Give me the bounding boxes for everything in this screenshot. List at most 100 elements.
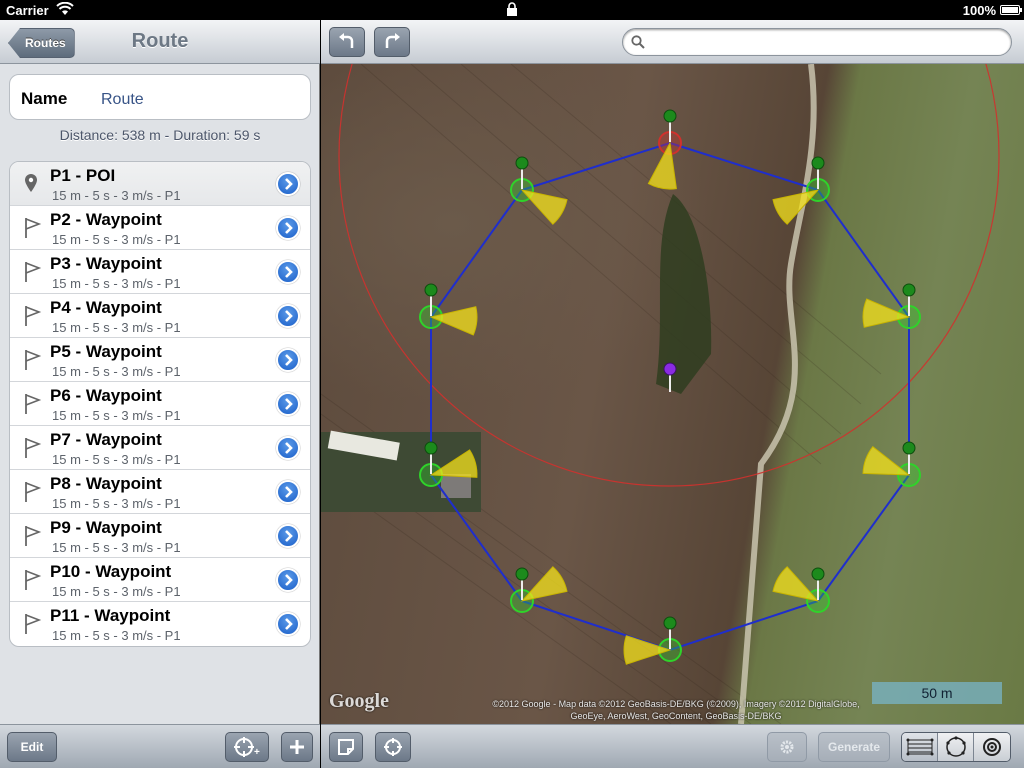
flag-icon [20,392,42,416]
circle-pattern-button[interactable] [938,733,974,761]
heading-cone [520,189,568,225]
disclosure-button[interactable] [276,524,300,548]
settings-button[interactable] [767,732,807,762]
undo-icon [339,33,354,48]
waypoint-pin-head [663,109,677,123]
flag-icon [20,524,42,548]
waypoint-subtitle: 15 m - 5 s - 3 m/s - P1 [52,452,181,467]
attribution-line-2: GeoEye, AeroWest, GeoContent, GeoBasis-D… [570,711,782,721]
waypoint-subtitle: 15 m - 5 s - 3 m/s - P1 [52,276,181,291]
add-poi-button[interactable]: + [225,732,269,762]
waypoint-pin-head [515,156,529,170]
list-item[interactable]: P10 - Waypoint 15 m - 5 s - 3 m/s - P1 [10,558,310,602]
name-field[interactable]: Name Route [9,74,311,120]
waypoint-title: P4 - Waypoint [50,298,162,317]
list-item[interactable]: P11 - Waypoint 15 m - 5 s - 3 m/s - P1 [10,602,310,646]
note-button[interactable] [329,732,363,762]
battery-percent: 100% [962,3,996,18]
map-view[interactable]: Google ©2012 Google - Map data ©2012 Geo… [321,64,1024,724]
chevron-right-icon [285,398,293,410]
edit-button[interactable]: Edit [7,732,57,762]
undo-button[interactable] [329,27,365,57]
dirt-road [738,64,817,724]
list-item[interactable]: P4 - Waypoint 15 m - 5 s - 3 m/s - P1 [10,294,310,338]
map-panel: Google ©2012 Google - Map data ©2012 Geo… [321,20,1024,768]
redo-button[interactable] [374,27,410,57]
carrier-label: Carrier [6,3,49,18]
disclosure-button[interactable] [276,612,300,636]
plus-icon [290,740,304,754]
disclosure-button[interactable] [276,172,300,196]
waypoint-pin-head [424,441,438,455]
disclosure-button[interactable] [276,304,300,328]
orbit-pattern-button[interactable] [974,733,1010,761]
waypoint-title: P9 - Waypoint [50,518,162,537]
list-item[interactable]: P7 - Waypoint 15 m - 5 s - 3 m/s - P1 [10,426,310,470]
grid-pattern-button[interactable] [902,733,938,761]
list-item[interactable]: P2 - Waypoint 15 m - 5 s - 3 m/s - P1 [10,206,310,250]
map-nav-bar [321,20,1024,64]
google-logo: Google [329,690,389,712]
waypoint-subtitle: 15 m - 5 s - 3 m/s - P1 [52,408,181,423]
list-item[interactable]: P5 - Waypoint 15 m - 5 s - 3 m/s - P1 [10,338,310,382]
waypoint-subtitle: 15 m - 5 s - 3 m/s - P1 [52,584,181,599]
generate-button[interactable]: Generate [818,732,890,762]
list-item[interactable]: P8 - Waypoint 15 m - 5 s - 3 m/s - P1 [10,470,310,514]
map-attribution: ©2012 Google - Map data ©2012 GeoBasis-D… [466,698,886,722]
pattern-mode-selector [901,732,1011,762]
chevron-right-icon [285,530,293,542]
waypoint-list: P1 - POI 15 m - 5 s - 3 m/s - P1 P2 - Wayp… [9,161,311,647]
add-waypoint-button[interactable] [281,732,313,762]
waypoint-pin-head [902,441,916,455]
waypoint-subtitle: 15 m - 5 s - 3 m/s - P1 [52,628,181,643]
search-bar[interactable] [622,28,1012,56]
waypoint-subtitle: 15 m - 5 s - 3 m/s - P1 [52,540,181,555]
waypoint-title: P10 - Waypoint [50,562,172,581]
waypoint-pin-head [811,156,825,170]
svg-text:+: + [254,747,260,758]
gear-icon [780,740,794,754]
crosshair-icon [384,738,402,756]
disclosure-button[interactable] [276,216,300,240]
list-item[interactable]: P3 - Waypoint 15 m - 5 s - 3 m/s - P1 [10,250,310,294]
locate-button[interactable] [375,732,411,762]
status-bar: Carrier 100% [0,0,1024,20]
waypoint-title: P7 - Waypoint [50,430,162,449]
chevron-right-icon [285,574,293,586]
disclosure-button[interactable] [276,348,300,372]
list-item[interactable]: P6 - Waypoint 15 m - 5 s - 3 m/s - P1 [10,382,310,426]
list-item[interactable]: P1 - POI 15 m - 5 s - 3 m/s - P1 [10,162,310,206]
heading-cone [623,635,672,665]
redo-icon [385,33,400,48]
map-toolbar: Generate [321,724,1024,768]
list-item[interactable]: P9 - Waypoint 15 m - 5 s - 3 m/s - P1 [10,514,310,558]
disclosure-button[interactable] [276,392,300,416]
disclosure-button[interactable] [276,436,300,460]
waypoint-subtitle: 15 m - 5 s - 3 m/s - P1 [52,188,181,203]
waypoint-title: P11 - Waypoint [50,606,171,625]
chevron-right-icon [285,354,293,366]
waypoint-subtitle: 15 m - 5 s - 3 m/s - P1 [52,496,181,511]
flag-icon [20,216,42,240]
lock-icon [507,2,517,16]
map-overlay [321,64,1000,724]
flag-icon [20,612,42,636]
attribution-line-1: ©2012 Google - Map data ©2012 GeoBasis-D… [492,699,860,709]
flag-icon [20,480,42,504]
route-summary: Distance: 538 m - Duration: 59 s [59,127,261,143]
name-value[interactable]: Route [101,91,144,109]
heading-cone [862,445,911,476]
field-texture [321,64,882,724]
search-input[interactable] [651,32,1001,52]
flag-icon [20,304,42,328]
disclosure-button[interactable] [276,260,300,284]
heading-cone [520,566,568,602]
disclosure-button[interactable] [276,568,300,592]
poi-pin-icon [20,172,42,196]
disclosure-button[interactable] [276,480,300,504]
grass-strip [656,194,712,394]
chevron-right-icon [285,178,293,190]
route-panel: Routes Route Name Route Distance: 538 m … [0,20,320,768]
grid-pattern-icon [906,738,934,756]
chevron-right-icon [285,442,293,454]
